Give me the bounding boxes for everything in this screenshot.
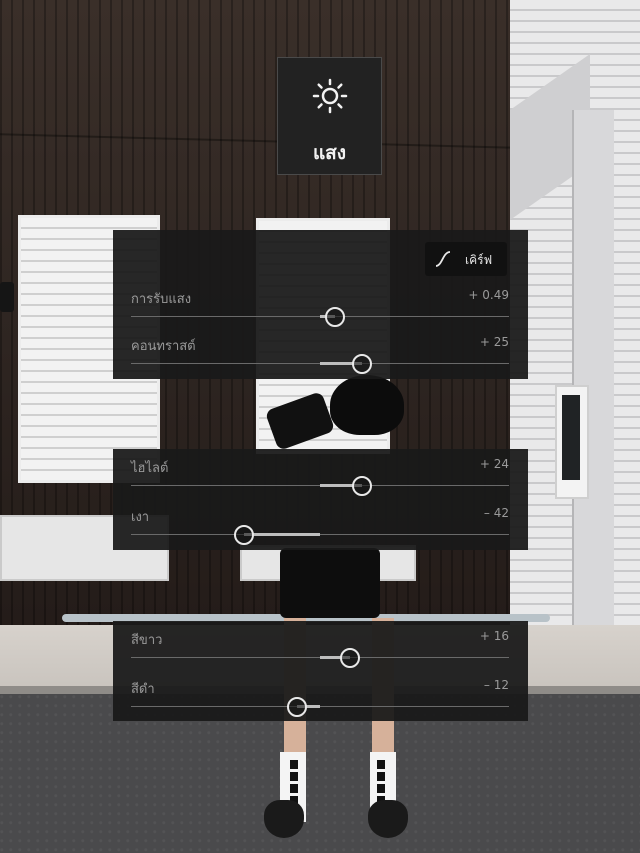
slider-track[interactable] <box>131 648 509 668</box>
highlights-shadows-panel: ไฮไลต์ + 24 เงา – 42 <box>113 449 528 550</box>
person-head <box>330 375 404 435</box>
person-shoe-left <box>264 800 304 838</box>
slider-thumb[interactable] <box>340 648 361 668</box>
slider-shadows[interactable]: เงา – 42 <box>131 506 509 554</box>
exposure-contrast-panel: เคิร์ฟ การรับแสง + 0.49 คอนทราสต์ + 25 <box>113 230 528 379</box>
sock-stripe-left <box>290 760 298 806</box>
slider-label: สีขาว <box>131 633 163 648</box>
slider-blacks[interactable]: สีดำ – 12 <box>131 678 509 726</box>
slider-label: การรับแสง <box>131 292 192 307</box>
section-title: แสง <box>312 142 347 164</box>
curve-button[interactable]: เคิร์ฟ <box>425 242 507 276</box>
curve-icon <box>435 251 451 267</box>
slider-label: คอนทราสต์ <box>131 339 196 354</box>
person-shoe-right <box>368 800 408 838</box>
slider-value: – 42 <box>483 506 509 520</box>
slider-contrast[interactable]: คอนทราสต์ + 25 <box>131 335 509 383</box>
slider-thumb[interactable] <box>351 476 372 496</box>
slider-value: + 25 <box>479 335 509 349</box>
slider-highlights[interactable]: ไฮไลต์ + 24 <box>131 457 509 505</box>
slider-track[interactable] <box>131 354 509 374</box>
light-section-tile[interactable]: แสง <box>277 57 382 175</box>
sun-icon <box>312 78 348 114</box>
slider-track[interactable] <box>131 476 509 496</box>
slider-value: + 16 <box>479 629 509 643</box>
slider-label: สีดำ <box>131 682 155 697</box>
slider-thumb[interactable] <box>287 697 308 717</box>
side-window <box>555 385 589 499</box>
slider-track[interactable] <box>131 697 509 717</box>
slider-label: ไฮไลต์ <box>131 461 169 476</box>
slider-track[interactable] <box>131 307 509 327</box>
slider-label: เงา <box>131 510 150 525</box>
slider-track[interactable] <box>131 525 509 545</box>
slider-value: + 24 <box>479 457 509 471</box>
slider-value: + 0.49 <box>468 288 509 302</box>
slider-fill <box>244 533 320 536</box>
slider-whites[interactable]: สีขาว + 16 <box>131 629 509 677</box>
slider-thumb[interactable] <box>351 354 372 374</box>
slider-exposure[interactable]: การรับแสง + 0.49 <box>131 288 509 336</box>
slider-value: – 12 <box>483 678 509 692</box>
wall-lamp <box>0 282 14 312</box>
whites-blacks-panel: สีขาว + 16 สีดำ – 12 <box>113 621 528 721</box>
slider-thumb[interactable] <box>325 307 346 327</box>
person-shorts <box>280 548 380 618</box>
slider-thumb[interactable] <box>234 525 255 545</box>
curve-button-label: เคิร์ฟ <box>465 253 493 267</box>
